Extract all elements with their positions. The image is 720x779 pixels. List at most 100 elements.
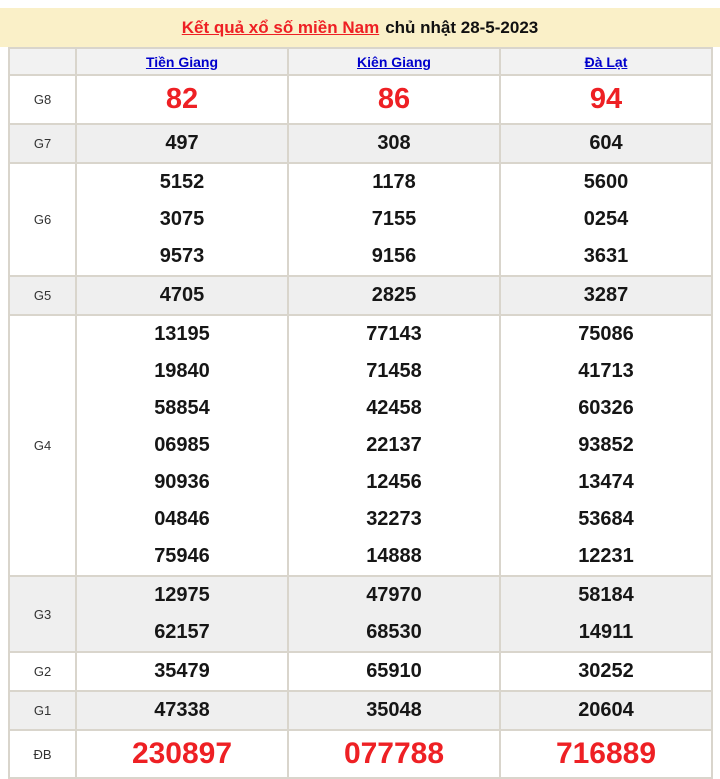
prize-number: 230897	[131, 737, 233, 770]
prize-number: 75946	[154, 545, 210, 567]
prize-number: 20604	[578, 699, 634, 721]
prize-number: 58854	[154, 397, 210, 419]
prize-cell: 12975 62157	[75, 575, 289, 653]
prize-number: 5152	[159, 171, 205, 193]
header-empty-cell	[8, 47, 77, 76]
prize-number: 12456	[366, 471, 422, 493]
prize-cell: 4705	[75, 275, 289, 316]
prize-label: G8	[8, 74, 77, 125]
results-table: Tiền Giang Kiên Giang Đà Lạt G8 82 86 94 G7 4…	[8, 47, 713, 779]
prize-number: 1178	[372, 171, 416, 193]
prize-number: 90936	[154, 471, 210, 493]
prize-number: 3287	[583, 284, 629, 306]
prize-cell: 35479	[75, 651, 289, 692]
prize-label: G6	[8, 162, 77, 277]
prize-cell: 497	[75, 123, 289, 164]
table-row: G6 5152 3075 9573 1178 7155 9156 5600 0254 3631	[8, 162, 713, 277]
prize-cell: 1178 7155 9156	[287, 162, 501, 277]
table-row: G4 13195 19840 58854 06985 90936 04846 75946 771…	[8, 314, 713, 577]
prize-number: 7155	[371, 208, 417, 230]
prize-label: G7	[8, 123, 77, 164]
prize-cell: 47970 68530	[287, 575, 501, 653]
prize-number: 53684	[578, 508, 634, 530]
prize-number: 716889	[555, 737, 657, 770]
prize-number: 12975	[154, 584, 210, 606]
prize-cell: 604	[499, 123, 713, 164]
prize-number: 13474	[578, 471, 634, 493]
table-row: G1 47338 35048 20604	[8, 690, 713, 731]
prize-number: 077788	[343, 737, 445, 770]
province-link-kien-giang[interactable]: Kiên Giang	[357, 54, 431, 70]
prize-cell: 77143 71458 42458 22137 12456 32273 14888	[287, 314, 501, 577]
prize-label: G2	[8, 651, 77, 692]
table-row: G7 497 308 604	[8, 123, 713, 164]
prize-cell: 75086 41713 60326 93852 13474 53684 12231	[499, 314, 713, 577]
prize-number: 22137	[366, 434, 422, 456]
prize-cell: 230897	[75, 729, 289, 779]
prize-number: 60326	[578, 397, 634, 419]
table-row: G8 82 86 94	[8, 74, 713, 125]
table-row: G5 4705 2825 3287	[8, 275, 713, 316]
prize-label: G4	[8, 314, 77, 577]
prize-cell: 3287	[499, 275, 713, 316]
prize-number: 65910	[366, 660, 422, 682]
prize-number: 3075	[159, 208, 205, 230]
prize-cell: 65910	[287, 651, 501, 692]
table-row: G2 35479 65910 30252	[8, 651, 713, 692]
prize-number: 35048	[366, 699, 422, 721]
prize-number: 93852	[578, 434, 634, 456]
prize-number: 308	[377, 132, 411, 154]
prize-cell: 5600 0254 3631	[499, 162, 713, 277]
prize-number: 14888	[366, 545, 422, 567]
province-link-da-lat[interactable]: Đà Lạt	[585, 54, 628, 70]
prize-number: 9156	[371, 245, 417, 267]
prize-number: 2825	[371, 284, 417, 306]
prize-number: 12231	[578, 545, 634, 567]
prize-number: 14911	[578, 621, 634, 643]
prize-number: 30252	[578, 660, 634, 682]
prize-number: 35479	[154, 660, 210, 682]
header-cell-province-1: Tiền Giang	[75, 47, 289, 76]
title-link[interactable]: Kết quả xổ số miền Nam	[182, 18, 379, 37]
province-link-tien-giang[interactable]: Tiền Giang	[146, 54, 218, 70]
prize-number: 0254	[583, 208, 629, 230]
prize-label: G5	[8, 275, 77, 316]
prize-number: 06985	[154, 434, 210, 456]
prize-number: 62157	[154, 621, 210, 643]
prize-number: 497	[165, 132, 199, 154]
prize-cell: 2825	[287, 275, 501, 316]
prize-cell: 58184 14911	[499, 575, 713, 653]
table-row: ĐB 230897 077788 716889	[8, 729, 713, 779]
prize-number: 4705	[159, 284, 205, 306]
header-cell-province-2: Kiên Giang	[287, 47, 501, 76]
prize-cell: 35048	[287, 690, 501, 731]
prize-cell: 30252	[499, 651, 713, 692]
prize-number: 3631	[583, 245, 629, 267]
prize-number: 32273	[366, 508, 422, 530]
prize-cell: 20604	[499, 690, 713, 731]
prize-number: 82	[165, 83, 199, 115]
prize-number: 41713	[578, 360, 634, 382]
prize-number: 68530	[366, 621, 422, 643]
prize-number: 04846	[154, 508, 210, 530]
prize-cell: 13195 19840 58854 06985 90936 04846 75946	[75, 314, 289, 577]
header-cell-province-3: Đà Lạt	[499, 47, 713, 76]
prize-number: 9573	[159, 245, 205, 267]
prize-number: 604	[589, 132, 623, 154]
prize-cell: 47338	[75, 690, 289, 731]
prize-label: G3	[8, 575, 77, 653]
prize-number: 71458	[366, 360, 422, 382]
prize-number: 5600	[583, 171, 629, 193]
table-row: G3 12975 62157 47970 68530 58184 14911	[8, 575, 713, 653]
prize-cell: 94	[499, 74, 713, 125]
prize-cell: 82	[75, 74, 289, 125]
prize-cell: 5152 3075 9573	[75, 162, 289, 277]
title-bar: Kết quả xổ số miền Nam chủ nhật 28-5-2023	[0, 8, 720, 47]
prize-number: 13195	[154, 323, 210, 345]
prize-number: 42458	[366, 397, 422, 419]
title-date: chủ nhật 28-5-2023	[385, 18, 539, 37]
prize-number: 47970	[366, 584, 422, 606]
prize-cell: 86	[287, 74, 501, 125]
prize-number: 58184	[578, 584, 634, 606]
prize-number: 75086	[578, 323, 634, 345]
